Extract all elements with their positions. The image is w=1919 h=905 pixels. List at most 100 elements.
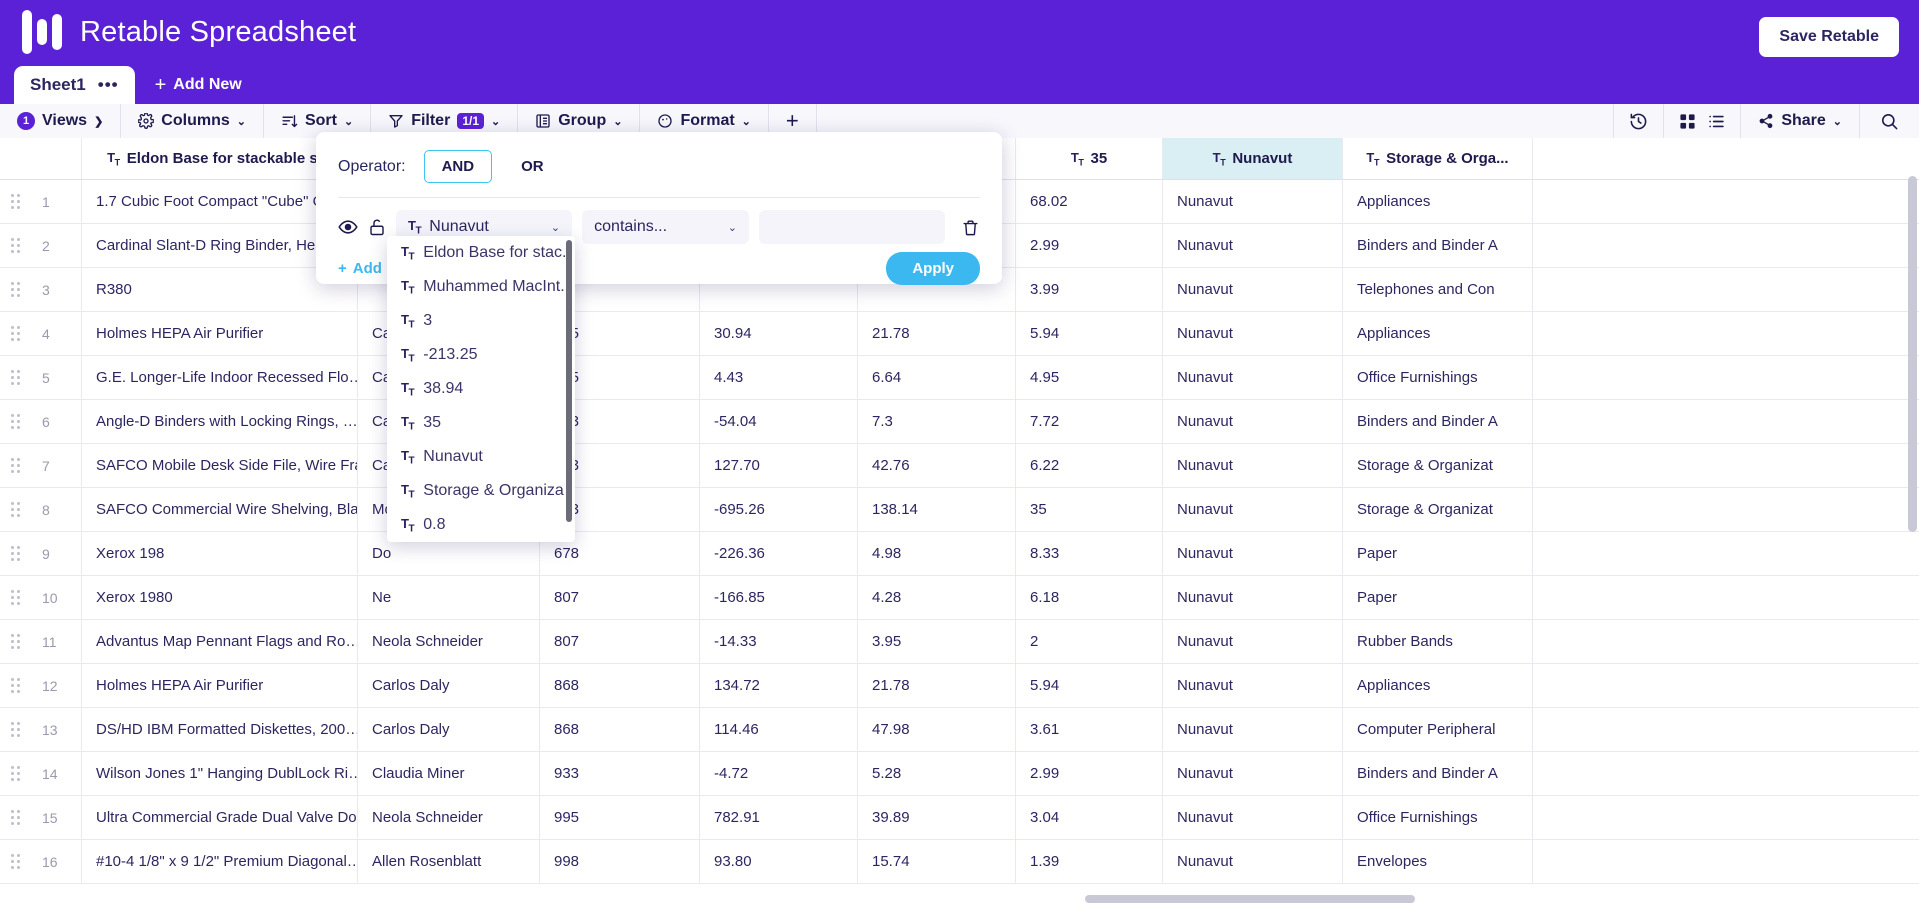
table-cell-a[interactable]: SAFCO Commercial Wire Shelving, Bla… bbox=[82, 488, 358, 531]
row-drag-handle[interactable] bbox=[0, 224, 30, 267]
table-row[interactable]: 13 DS/HD IBM Formatted Diskettes, 200… Car… bbox=[0, 708, 1919, 752]
table-cell-h[interactable]: Appliances bbox=[1343, 664, 1533, 707]
row-drag-handle[interactable] bbox=[0, 444, 30, 487]
field-dropdown-item[interactable]: TT Muhammed MacInt... bbox=[387, 270, 565, 304]
filter-value-input[interactable] bbox=[759, 210, 945, 244]
table-cell-a[interactable]: Advantus Map Pennant Flags and Ro… bbox=[82, 620, 358, 663]
row-drag-handle[interactable] bbox=[0, 796, 30, 839]
table-row[interactable]: 12 Holmes HEPA Air Purifier Carlos Daly 868… bbox=[0, 664, 1919, 708]
field-dropdown-item[interactable]: TT 0.8 bbox=[387, 508, 565, 542]
table-cell-c[interactable]: 995 bbox=[540, 796, 700, 839]
table-cell-h[interactable]: Telephones and Con bbox=[1343, 268, 1533, 311]
table-cell-g[interactable]: Nunavut bbox=[1163, 752, 1343, 795]
table-cell-h[interactable]: Appliances bbox=[1343, 180, 1533, 223]
operator-or-button[interactable]: OR bbox=[510, 150, 555, 183]
unlock-icon[interactable] bbox=[368, 217, 386, 237]
table-cell-h[interactable]: Binders and Binder A bbox=[1343, 752, 1533, 795]
table-row[interactable]: 11 Advantus Map Pennant Flags and Ro… Neol… bbox=[0, 620, 1919, 664]
row-drag-handle[interactable] bbox=[0, 400, 30, 443]
table-cell-e[interactable]: 3.95 bbox=[858, 620, 1016, 663]
table-cell-d[interactable]: -14.33 bbox=[700, 620, 858, 663]
table-cell-d[interactable]: 93.80 bbox=[700, 840, 858, 883]
table-cell-f[interactable]: 1.39 bbox=[1016, 840, 1163, 883]
row-drag-handle[interactable] bbox=[0, 532, 30, 575]
table-cell-h[interactable]: Storage & Organizat bbox=[1343, 488, 1533, 531]
dropdown-scrollbar[interactable] bbox=[566, 240, 572, 522]
table-row[interactable]: 5 G.E. Longer-Life Indoor Recessed Flo… Ca… bbox=[0, 356, 1919, 400]
table-cell-f[interactable]: 2 bbox=[1016, 620, 1163, 663]
table-cell-b[interactable]: Claudia Miner bbox=[358, 752, 540, 795]
list-view-icon[interactable] bbox=[1708, 113, 1725, 130]
grid-view-icon[interactable] bbox=[1679, 113, 1696, 130]
table-row[interactable]: 9 Xerox 198 Do 678 -226.36 4.98 8.33 Nunavut Pap… bbox=[0, 532, 1919, 576]
table-cell-e[interactable]: 21.78 bbox=[858, 664, 1016, 707]
table-cell-a[interactable]: DS/HD IBM Formatted Diskettes, 200… bbox=[82, 708, 358, 751]
table-cell-b[interactable]: Neola Schneider bbox=[358, 796, 540, 839]
table-row[interactable]: 6 Angle-D Binders with Locking Rings, … Ca… bbox=[0, 400, 1919, 444]
table-cell-g[interactable]: Nunavut bbox=[1163, 488, 1343, 531]
table-cell-f[interactable]: 3.61 bbox=[1016, 708, 1163, 751]
table-cell-d[interactable]: 134.72 bbox=[700, 664, 858, 707]
table-cell-c[interactable]: 998 bbox=[540, 840, 700, 883]
row-drag-handle[interactable] bbox=[0, 752, 30, 795]
table-cell-g[interactable]: Nunavut bbox=[1163, 708, 1343, 751]
table-cell-e[interactable]: 21.78 bbox=[858, 312, 1016, 355]
table-cell-f[interactable]: 3.99 bbox=[1016, 268, 1163, 311]
table-cell-h[interactable]: Office Furnishings bbox=[1343, 356, 1533, 399]
table-cell-a[interactable]: Holmes HEPA Air Purifier bbox=[82, 312, 358, 355]
column-header-f[interactable]: TT 35 bbox=[1016, 138, 1163, 179]
table-cell-h[interactable]: Rubber Bands bbox=[1343, 620, 1533, 663]
column-header-g[interactable]: TT Nunavut bbox=[1163, 138, 1343, 179]
table-cell-h[interactable]: Storage & Organizat bbox=[1343, 444, 1533, 487]
table-row[interactable]: 15 Ultra Commercial Grade Dual Valve Do… N… bbox=[0, 796, 1919, 840]
row-drag-handle[interactable] bbox=[0, 620, 30, 663]
table-row[interactable]: 7 SAFCO Mobile Desk Side File, Wire Fra… C… bbox=[0, 444, 1919, 488]
add-new-sheet-button[interactable]: + Add New bbox=[135, 66, 262, 104]
save-retable-button[interactable]: Save Retable bbox=[1759, 17, 1899, 57]
row-drag-handle[interactable] bbox=[0, 488, 30, 531]
table-cell-c[interactable]: 868 bbox=[540, 708, 700, 751]
toolbar-views[interactable]: 1 Views ❯ bbox=[0, 104, 122, 138]
table-cell-a[interactable]: Xerox 1980 bbox=[82, 576, 358, 619]
table-cell-g[interactable]: Nunavut bbox=[1163, 356, 1343, 399]
table-cell-a[interactable]: Xerox 198 bbox=[82, 532, 358, 575]
table-cell-b[interactable]: Carlos Daly bbox=[358, 664, 540, 707]
table-cell-h[interactable]: Appliances bbox=[1343, 312, 1533, 355]
table-cell-f[interactable]: 3.04 bbox=[1016, 796, 1163, 839]
table-cell-g[interactable]: Nunavut bbox=[1163, 576, 1343, 619]
toolbar-history[interactable] bbox=[1613, 104, 1663, 138]
table-cell-b[interactable]: Allen Rosenblatt bbox=[358, 840, 540, 883]
table-cell-d[interactable]: 4.43 bbox=[700, 356, 858, 399]
table-cell-f[interactable]: 2.99 bbox=[1016, 224, 1163, 267]
toolbar-search[interactable] bbox=[1859, 104, 1919, 138]
table-cell-d[interactable]: 114.46 bbox=[700, 708, 858, 751]
table-cell-a[interactable]: Angle-D Binders with Locking Rings, … bbox=[82, 400, 358, 443]
row-drag-handle[interactable] bbox=[0, 708, 30, 751]
field-dropdown-item[interactable]: TT -213.25 bbox=[387, 338, 565, 372]
sheet-tab-sheet1[interactable]: Sheet1 ••• bbox=[14, 66, 135, 104]
table-cell-g[interactable]: Nunavut bbox=[1163, 312, 1343, 355]
table-cell-e[interactable]: 42.76 bbox=[858, 444, 1016, 487]
table-cell-h[interactable]: Paper bbox=[1343, 532, 1533, 575]
eye-icon[interactable] bbox=[338, 217, 358, 237]
table-cell-e[interactable]: 47.98 bbox=[858, 708, 1016, 751]
column-header-h[interactable]: TT Storage & Orga... bbox=[1343, 138, 1533, 179]
row-drag-handle[interactable] bbox=[0, 840, 30, 883]
table-cell-d[interactable]: -54.04 bbox=[700, 400, 858, 443]
table-row[interactable]: 4Holmes HEPA Air PurifierCar51530.9421.7… bbox=[0, 312, 1919, 356]
table-cell-a[interactable]: Ultra Commercial Grade Dual Valve Do… bbox=[82, 796, 358, 839]
table-cell-h[interactable]: Office Furnishings bbox=[1343, 796, 1533, 839]
table-cell-f[interactable]: 5.94 bbox=[1016, 312, 1163, 355]
table-cell-f[interactable]: 6.22 bbox=[1016, 444, 1163, 487]
table-cell-e[interactable]: 7.3 bbox=[858, 400, 1016, 443]
table-cell-d[interactable]: -4.72 bbox=[700, 752, 858, 795]
table-cell-f[interactable]: 5.94 bbox=[1016, 664, 1163, 707]
table-cell-f[interactable]: 68.02 bbox=[1016, 180, 1163, 223]
table-cell-g[interactable]: Nunavut bbox=[1163, 840, 1343, 883]
table-cell-f[interactable]: 4.95 bbox=[1016, 356, 1163, 399]
table-cell-c[interactable]: 933 bbox=[540, 752, 700, 795]
filter-condition-select[interactable]: contains... ⌄ bbox=[582, 210, 749, 244]
table-cell-f[interactable]: 8.33 bbox=[1016, 532, 1163, 575]
table-cell-b[interactable]: Ne bbox=[358, 576, 540, 619]
table-cell-a[interactable]: G.E. Longer-Life Indoor Recessed Flo… bbox=[82, 356, 358, 399]
